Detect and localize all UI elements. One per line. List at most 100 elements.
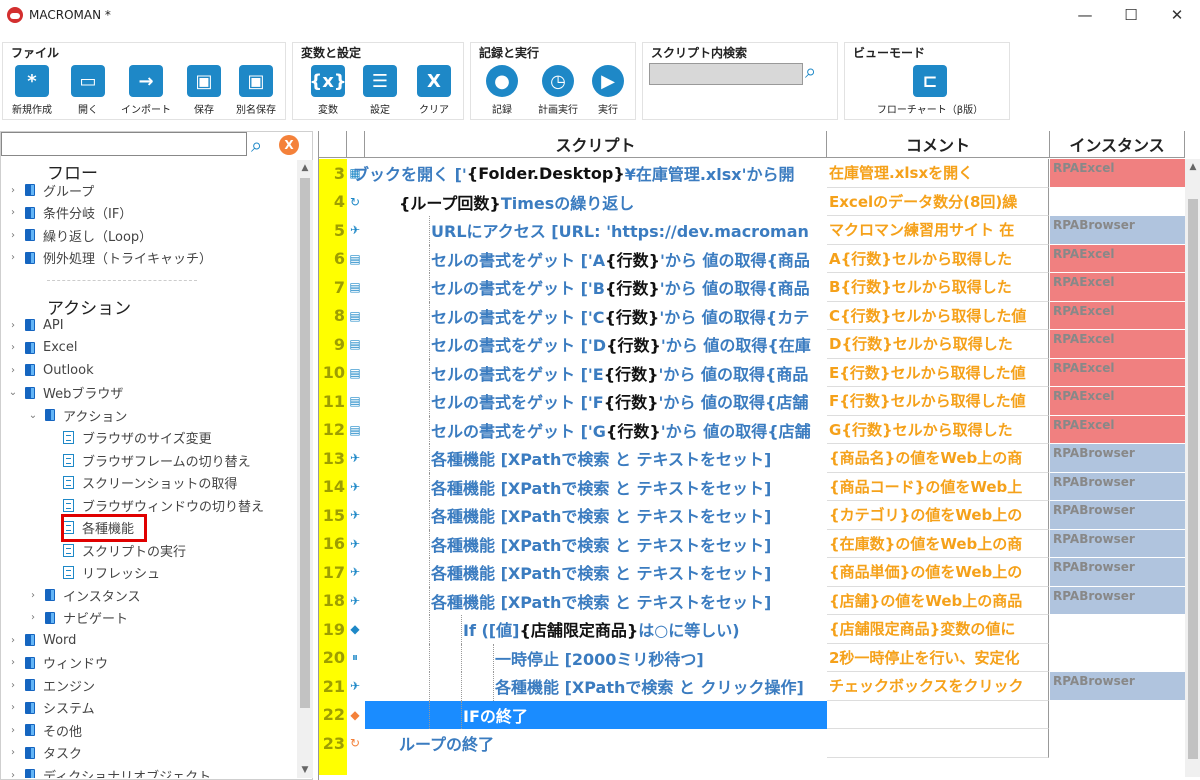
scroll-up-icon[interactable]: ▲ (297, 160, 313, 176)
instance-cell[interactable] (1050, 188, 1185, 216)
tree-item-web-action-5[interactable]: スクリプトの実行 (51, 539, 186, 561)
grid-scroll-up-icon[interactable]: ▲ (1185, 159, 1200, 175)
script-search-input[interactable] (649, 63, 803, 85)
tree-item-rest-1[interactable]: › ウィンドウ (7, 652, 108, 674)
tree-item-flow-1[interactable]: › 条件分岐（IF） (7, 202, 132, 224)
instance-cell[interactable]: RPABrowser (1050, 444, 1185, 473)
script-text[interactable]: 一時停止 [2000ミリ秒待つ] (495, 644, 827, 673)
script-text[interactable]: セルの書式をゲット ['E {行数} 'から 値の取得{商品 (431, 359, 827, 388)
instance-cell[interactable]: RPAExcel (1050, 387, 1185, 416)
script-row[interactable]: 8 ▤ セルの書式をゲット ['C {行数} 'から 値の取得{カテ C{行数}セルから取… (319, 301, 1200, 331)
comment-cell[interactable]: マクロマン練習用サイト 在 (827, 216, 1049, 245)
comment-cell[interactable]: F{行数}セルから取得した値 (827, 387, 1049, 416)
chevron-right-icon[interactable]: › (7, 680, 19, 691)
comment-cell[interactable]: A{行数}セルから取得した (827, 244, 1049, 273)
script-row[interactable]: 3 ▦ ブックを開く [' {Folder.Desktop} ¥在庫管理.xlsx'から… (319, 159, 1200, 188)
script-text[interactable]: {ループ回数} Timesの繰り返し (399, 188, 827, 217)
grid-scrollbar-thumb[interactable] (1188, 199, 1198, 759)
comment-cell[interactable]: {カテゴリ}の値をWeb上の (827, 501, 1049, 530)
script-text[interactable]: セルの書式をゲット ['F {行数} 'から 値の取得{店舗 (431, 387, 827, 416)
instance-cell[interactable]: RPABrowser (1050, 529, 1185, 558)
script-text[interactable]: 各種機能 [XPathで検索 と テキストをセット] (431, 558, 827, 587)
instance-cell[interactable]: RPAExcel (1050, 244, 1185, 273)
instance-cell[interactable] (1050, 644, 1185, 672)
tree-item-web-action-1[interactable]: ブラウザフレームの切り替え (51, 449, 251, 471)
chevron-right-icon[interactable]: › (7, 207, 19, 218)
tree-item-flow-0[interactable]: › グループ (7, 179, 94, 201)
script-row[interactable]: 23 ↻ ループの終了 (319, 729, 1200, 758)
chevron-right-icon[interactable]: › (7, 657, 19, 668)
comment-cell[interactable]: {在庫数}の値をWeb上の商 (827, 529, 1049, 558)
tree-item-action-1[interactable]: › Excel (7, 337, 77, 359)
comment-cell[interactable]: チェックボックスをクリック (827, 672, 1049, 701)
tree-item-web-action-6[interactable]: リフレッシュ (51, 562, 160, 584)
chevron-right-icon[interactable]: › (7, 230, 19, 241)
chevron-right-icon[interactable]: › (27, 590, 39, 601)
chevron-right-icon[interactable]: › (7, 702, 19, 713)
instance-cell[interactable]: RPAExcel (1050, 330, 1185, 359)
comment-cell[interactable] (827, 700, 1049, 729)
script-text[interactable]: 各種機能 [XPathで検索 と クリック操作] (495, 672, 827, 701)
instance-cell[interactable] (1050, 729, 1185, 758)
chevron-right-icon[interactable]: › (7, 320, 19, 331)
script-text[interactable]: セルの書式をゲット ['G {行数} 'から 値の取得{店舗 (431, 416, 827, 445)
script-text[interactable]: 各種機能 [XPathで検索 と テキストをセット] (431, 530, 827, 559)
script-row[interactable]: 19 ◆ If ([値] {店舗限定商品} は○に等しい) {店舗限定商品}変数の値に (319, 615, 1200, 644)
tree-item-flow-2[interactable]: › 繰り返し（Loop） (7, 224, 152, 246)
instance-cell[interactable] (1050, 615, 1185, 644)
comment-cell[interactable]: {商品単価}の値をWeb上の (827, 558, 1049, 587)
script-text[interactable]: URLにアクセス [URL: 'https://dev.macroman (431, 216, 827, 245)
comment-cell[interactable]: {商品コード}の値をWeb上 (827, 472, 1049, 501)
chevron-right-icon[interactable]: › (7, 185, 19, 196)
script-row[interactable]: 5 ✈ URLにアクセス [URL: 'https://dev.macroman マク… (319, 216, 1200, 245)
tree-item-rest-3[interactable]: › システム (7, 697, 95, 719)
comment-cell[interactable]: D{行数}セルから取得した (827, 330, 1049, 359)
comment-cell[interactable]: 2秒一時停止を行い、安定化 (827, 643, 1049, 672)
tree-item-web-actions[interactable]: ⌄ アクション (27, 404, 127, 426)
schedule-run-button[interactable]: ◷ 計画実行 (533, 65, 583, 117)
maximize-button[interactable]: ☐ (1108, 0, 1154, 30)
script-text[interactable]: セルの書式をゲット ['D {行数} 'から 値の取得{在庫 (431, 330, 827, 359)
grid-scrollbar[interactable]: ▲ (1185, 159, 1200, 777)
tree-clear-button[interactable]: X (279, 135, 299, 155)
instance-cell[interactable]: RPABrowser (1050, 216, 1185, 245)
tree-item-action-3[interactable]: ⌄ Webブラウザ (7, 382, 123, 404)
script-row[interactable]: 12 ▤ セルの書式をゲット ['G {行数} 'から 値の取得{店舗 G{行数}セルから… (319, 415, 1200, 445)
script-text[interactable]: セルの書式をゲット ['C {行数} 'から 値の取得{カテ (431, 302, 827, 331)
comment-cell[interactable]: E{行数}セルから取得した値 (827, 358, 1049, 387)
minimize-button[interactable]: — (1062, 0, 1108, 30)
instance-cell[interactable]: RPAExcel (1050, 159, 1185, 188)
close-button[interactable]: ✕ (1154, 0, 1200, 30)
script-row[interactable]: 22 ◆ IFの終了 (319, 700, 1200, 729)
instance-cell[interactable]: RPABrowser (1050, 558, 1185, 587)
instance-column-header[interactable]: インスタンス (1050, 131, 1185, 158)
comment-cell[interactable]: {商品名}の値をWeb上の商 (827, 444, 1049, 473)
instance-cell[interactable] (1050, 701, 1185, 729)
script-text[interactable]: 各種機能 [XPathで検索 と テキストをセット] (431, 473, 827, 502)
instance-cell[interactable]: RPABrowser (1050, 472, 1185, 501)
script-text[interactable]: If ([値] {店舗限定商品} は○に等しい) (463, 615, 827, 644)
chevron-down-icon[interactable]: ⌄ (7, 387, 19, 398)
chevron-right-icon[interactable]: › (7, 365, 19, 376)
record-button[interactable]: ● 記録 (477, 65, 527, 117)
search-icon[interactable]: ⌕ (805, 59, 829, 83)
tree-scrollbar[interactable]: ▲ ▼ (297, 160, 313, 778)
script-text[interactable]: 各種機能 [XPathで検索 と テキストをセット] (431, 587, 827, 616)
script-row[interactable]: 11 ▤ セルの書式をゲット ['F {行数} 'から 値の取得{店舗 F{行数}セルから… (319, 387, 1200, 416)
scroll-down-icon[interactable]: ▼ (297, 762, 313, 778)
chevron-right-icon[interactable]: › (7, 725, 19, 736)
script-column-header[interactable]: スクリプト (365, 131, 827, 158)
tree-item-action-0[interactable]: › API (7, 314, 64, 336)
script-row[interactable]: 16 ✈ 各種機能 [XPathで検索 と テキストをセット] {在庫数}の値をWeb… (319, 529, 1200, 559)
comment-cell[interactable]: C{行数}セルから取得した値 (827, 301, 1049, 330)
comment-cell[interactable]: {店舗}の値をWeb上の商品 (827, 586, 1049, 615)
script-text[interactable]: セルの書式をゲット ['B {行数} 'から 値の取得{商品 (431, 273, 827, 302)
script-text[interactable]: セルの書式をゲット ['A {行数} 'から 値の取得{商品 (431, 245, 827, 274)
tree-item-action-2[interactable]: › Outlook (7, 359, 94, 381)
chevron-right-icon[interactable]: › (7, 252, 19, 263)
chevron-right-icon[interactable]: › (27, 612, 39, 623)
tree-search-icon[interactable]: ⌕ (251, 133, 262, 157)
comment-cell[interactable]: 在庫管理.xlsxを開く (827, 159, 1049, 188)
instance-cell[interactable]: RPABrowser (1050, 672, 1185, 701)
script-row[interactable]: 13 ✈ 各種機能 [XPathで検索 と テキストをセット] {商品名}の値をWeb… (319, 444, 1200, 473)
